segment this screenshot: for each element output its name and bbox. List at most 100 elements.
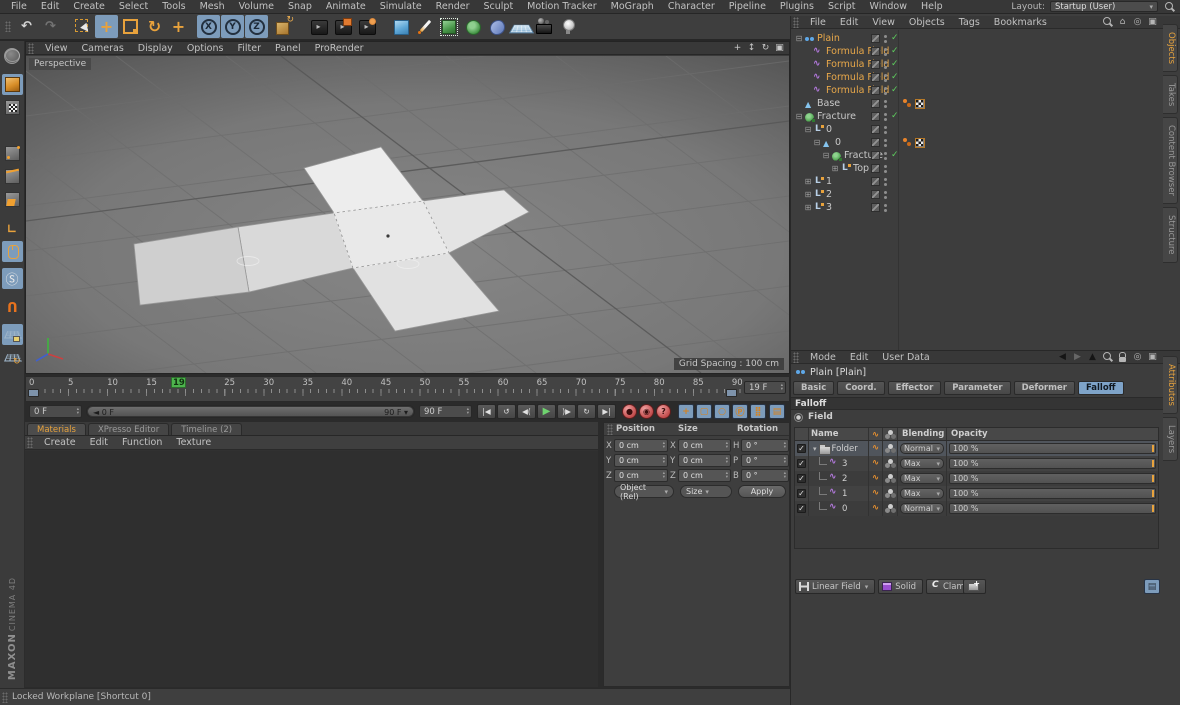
materials-menu-item[interactable]: Edit xyxy=(83,436,115,449)
menu-item[interactable]: Motion Tracker xyxy=(520,0,604,13)
coordinate-field[interactable]: 0 cm xyxy=(614,454,668,467)
panel-tab[interactable]: Timeline (2) xyxy=(171,423,242,435)
expand-toggle[interactable] xyxy=(812,136,822,149)
render-settings-button[interactable]: ▸ xyxy=(355,15,378,38)
field-blend-icon[interactable] xyxy=(883,486,898,501)
opacity-slider[interactable]: 100 % xyxy=(949,488,1156,499)
pan-view-icon[interactable]: + xyxy=(732,43,743,53)
viewport-menu-item[interactable]: Panel xyxy=(268,42,308,55)
layer-swatch[interactable] xyxy=(871,99,880,108)
move-tool[interactable]: + xyxy=(95,15,118,38)
add-environment-button[interactable] xyxy=(509,15,532,38)
preview-range-end-handle[interactable] xyxy=(726,389,737,397)
visibility-toggles[interactable] xyxy=(884,152,887,155)
goto-start-button[interactable]: |◀ xyxy=(477,404,496,419)
layer-swatch[interactable] xyxy=(871,138,880,147)
blending-dropdown[interactable]: Max▾ xyxy=(900,458,944,469)
lock-z-axis[interactable]: Z xyxy=(245,15,268,38)
compare-ab-button[interactable]: ▤ xyxy=(1144,579,1160,594)
menu-item[interactable]: Volume xyxy=(232,0,281,13)
menu-item[interactable]: Mesh xyxy=(193,0,232,13)
object-row[interactable]: 2 ✓ xyxy=(791,188,1164,201)
visibility-toggles[interactable] xyxy=(884,178,887,181)
layer-swatch[interactable] xyxy=(871,112,880,121)
play-backwards-button[interactable]: ↺ xyxy=(497,404,516,419)
visibility-toggles[interactable] xyxy=(884,87,887,90)
coordinate-field[interactable]: 0 cm xyxy=(614,439,668,452)
blending-column-header[interactable]: Blending xyxy=(898,428,947,440)
attribute-tab[interactable]: Parameter xyxy=(944,381,1010,395)
menu-item[interactable]: Plugins xyxy=(773,0,821,13)
om-menu-item[interactable]: File xyxy=(803,16,833,29)
layer-swatch[interactable] xyxy=(871,177,880,186)
blending-dropdown[interactable]: Normal▾ xyxy=(900,503,944,514)
expand-toggle[interactable] xyxy=(794,110,804,123)
visibility-toggles[interactable] xyxy=(884,61,887,64)
texture-mode[interactable] xyxy=(2,97,23,118)
section-header[interactable]: Falloff xyxy=(791,397,1164,410)
size-mode-dropdown[interactable]: Size▾ xyxy=(680,485,732,498)
viewport-3d-scene[interactable]: Perspective Grid Spacing : 100 cm xyxy=(26,56,789,373)
edges-mode[interactable] xyxy=(2,166,23,187)
object-row[interactable]: Fracture ✓ xyxy=(791,149,1164,162)
rotate-view-icon[interactable]: ↻ xyxy=(760,43,771,53)
field-blend-icon[interactable] xyxy=(883,471,898,486)
visibility-toggles[interactable] xyxy=(884,35,887,38)
goto-end-button[interactable]: ▶| xyxy=(597,404,616,419)
size-field[interactable]: 0 cm xyxy=(678,439,731,452)
layer-swatch[interactable] xyxy=(871,73,880,82)
field-curve-icon[interactable]: ∿ xyxy=(869,471,883,486)
grip-handle[interactable] xyxy=(27,437,33,448)
object-row[interactable]: Formula Field ✓ xyxy=(791,84,1164,97)
object-row[interactable]: Formula Field ✓ xyxy=(791,71,1164,84)
expand-toggle[interactable] xyxy=(830,162,840,175)
viewport-menu-item[interactable]: ProRender xyxy=(308,42,371,55)
om-menu-item[interactable]: Bookmarks xyxy=(987,16,1054,29)
filter-icon[interactable]: ◎ xyxy=(1131,16,1144,28)
opacity-slider[interactable]: 100 % xyxy=(949,458,1156,469)
expand-toggle[interactable] xyxy=(803,123,813,136)
slider-handle[interactable] xyxy=(1152,505,1154,512)
add-volume-button[interactable] xyxy=(485,15,508,38)
add-camera-button[interactable] xyxy=(533,15,556,38)
up-icon[interactable]: ▲ xyxy=(1086,351,1099,363)
field-checkbox[interactable]: ✓ xyxy=(797,489,806,498)
record-active-objects-button[interactable]: ● xyxy=(622,404,637,419)
layer-swatch[interactable] xyxy=(871,60,880,69)
visibility-toggles[interactable] xyxy=(884,74,887,77)
model-mode[interactable] xyxy=(2,74,23,95)
object-row[interactable]: Fracture ✓ xyxy=(791,110,1164,123)
opacity-slider[interactable]: 100 % xyxy=(949,443,1156,454)
field-blend-icon[interactable] xyxy=(883,501,898,516)
apply-button[interactable]: Apply xyxy=(738,485,786,498)
grip-handle[interactable] xyxy=(793,17,799,28)
expand-toggle[interactable] xyxy=(821,149,831,162)
materials-list-area[interactable] xyxy=(25,451,598,687)
forward-icon[interactable]: ▶ xyxy=(1071,351,1084,363)
attribute-tab[interactable]: Deformer xyxy=(1014,381,1075,395)
rotation-field[interactable]: 0 ° xyxy=(741,454,789,467)
lock-y-axis[interactable]: Y xyxy=(221,15,244,38)
snap-toggle[interactable]: Ⓢ xyxy=(2,268,23,289)
maximize-view-icon[interactable]: ▣ xyxy=(774,43,785,53)
lock-workplane-toggle[interactable] xyxy=(2,324,23,345)
field-checkbox[interactable]: ✓ xyxy=(797,474,806,483)
visibility-toggles[interactable] xyxy=(884,165,887,168)
panel-tab[interactable]: XPresso Editor xyxy=(88,423,169,435)
menu-item[interactable]: Render xyxy=(429,0,477,13)
layer-swatch[interactable] xyxy=(871,164,880,173)
field-curve-icon[interactable]: ∿ xyxy=(869,441,883,456)
layer-swatch[interactable] xyxy=(871,151,880,160)
visibility-toggles[interactable] xyxy=(884,204,887,207)
spinner-icon[interactable] xyxy=(726,442,728,449)
redo-button[interactable]: ↷ xyxy=(39,15,62,38)
effector-tag-icon[interactable] xyxy=(903,138,912,147)
om-menu-item[interactable]: Objects xyxy=(902,16,952,29)
panel-options-icon[interactable]: ▣ xyxy=(1146,351,1159,363)
opacity-slider[interactable]: 100 % xyxy=(949,503,1156,514)
texture-tag-icon[interactable] xyxy=(915,99,925,109)
scale-tool[interactable] xyxy=(119,15,142,38)
start-frame-field[interactable]: 0 F xyxy=(29,405,82,418)
slider-handle[interactable] xyxy=(1152,460,1154,467)
menu-item[interactable]: Tools xyxy=(155,0,192,13)
